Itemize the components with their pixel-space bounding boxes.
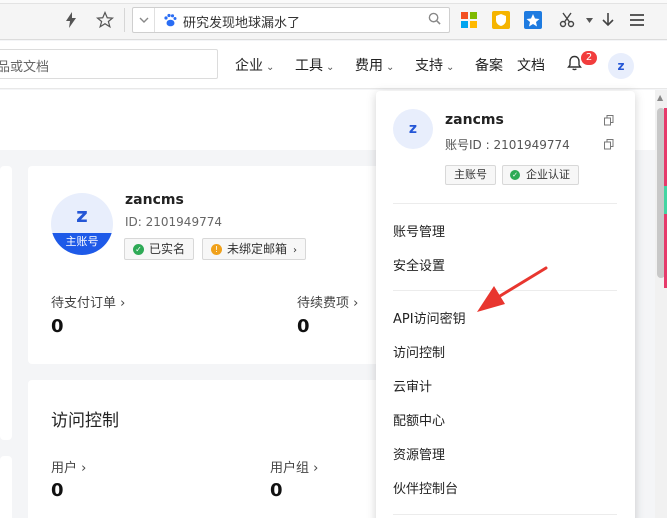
menu-item-partner-console[interactable]: 伙伴控制台 [393,478,458,497]
site-header: 品或文档 企业 ⌄ 工具 ⌄ 费用 ⌄ 支持 ⌄ 备案 文档 2 z [0,41,667,89]
user-groups-count: 0 [270,480,283,501]
chevron-down-icon: ⌄ [446,62,455,73]
left-card-edge-lower [0,456,12,518]
check-circle-icon: ✓ [133,244,144,255]
bookmark-star-extension-icon[interactable] [524,11,542,29]
menu-item-quota-center[interactable]: 配额中心 [393,410,445,429]
download-icon[interactable] [597,9,619,31]
chevron-down-icon: ⌄ [266,62,275,73]
copy-icon[interactable] [604,115,614,126]
chevron-right-icon: › [81,461,87,476]
menu-divider [393,514,617,515]
bell-icon[interactable] [567,55,582,75]
nav-enterprise[interactable]: 企业 ⌄ [235,55,274,75]
chevron-right-icon: › [353,296,359,311]
account-username: zancms [125,192,184,208]
scroll-up-arrow-icon[interactable]: ▲ [657,93,663,102]
browser-toolbar: 研究发现地球漏水了 [0,0,667,40]
menu-item-cloud-audit[interactable]: 云审计 [393,376,432,395]
user-dropdown-menu: z zancms 账号ID : 2101949774 主账号 ✓ 企业认证 账号… [376,91,635,518]
chevron-down-icon: ⌄ [326,62,335,73]
check-circle-icon: ✓ [510,170,520,180]
nav-tools[interactable]: 工具 ⌄ [295,55,334,75]
browser-search-text[interactable]: 研究发现地球漏水了 [183,12,300,31]
chevron-right-icon: › [120,296,126,311]
nav-docs[interactable]: 文档 [517,55,545,75]
menu-item-access-control[interactable]: 访问控制 [393,342,445,361]
nav-support[interactable]: 支持 ⌄ [415,55,454,75]
menu-item-security-settings[interactable]: 安全设置 [393,255,445,274]
left-card-edge [0,166,12,440]
pending-renewal-link[interactable]: 待续费项 › [297,292,358,311]
chevron-down-icon[interactable] [133,8,155,32]
nav-billing[interactable]: 费用 ⌄ [355,55,394,75]
email-unbound-tag[interactable]: ! 未绑定邮箱 › [202,238,307,260]
user-groups-link[interactable]: 用户组 › [270,457,318,476]
chevron-right-icon: › [293,245,298,256]
enterprise-verified-tag: ✓ 企业认证 [502,165,579,185]
menu-item-resource-management[interactable]: 资源管理 [393,444,445,463]
realname-verified-tag[interactable]: ✓ 已实名 [124,238,195,260]
dropdown-account-id: 账号ID : 2101949774 [445,138,570,152]
search-icon[interactable] [428,12,441,29]
main-account-badge: 主账号 [51,233,113,255]
product-doc-search-input[interactable]: 品或文档 [0,49,218,79]
menu-divider [393,203,617,204]
chevron-down-icon: ⌄ [386,62,395,73]
menu-divider [393,290,617,291]
notification-badge: 2 [581,51,597,65]
shield-extension-icon[interactable] [492,11,510,29]
hamburger-menu-icon[interactable] [626,9,648,31]
search-placeholder: 品或文档 [0,60,50,75]
tab-strip-edge [0,0,667,4]
header-avatar[interactable]: z [608,53,634,79]
menu-item-api-keys[interactable]: API访问密钥 [393,308,466,327]
chevron-right-icon: › [313,461,319,476]
star-bookmark-icon[interactable] [94,9,116,31]
windows-extension-icon[interactable] [460,11,478,29]
pending-renewal-count: 0 [297,316,310,337]
account-id: ID: 2101949774 [125,215,222,229]
pending-orders-link[interactable]: 待支付订单 › [51,292,125,311]
copy-icon[interactable] [604,139,614,150]
account-avatar: z 主账号 [51,193,113,255]
nav-icp-filing[interactable]: 备案 [475,55,503,75]
access-control-title: 访问控制 [51,411,119,431]
dropdown-username: zancms [445,112,504,128]
users-link[interactable]: 用户 › [51,457,86,476]
scissors-icon[interactable] [556,9,578,31]
pending-orders-count: 0 [51,316,64,337]
main-account-tag: 主账号 [445,165,496,185]
menu-item-account-management[interactable]: 账号管理 [393,221,445,240]
browser-search-box[interactable]: 研究发现地球漏水了 [132,7,450,33]
warning-circle-icon: ! [211,244,222,255]
avatar-letter: z [76,203,88,227]
access-control-card [28,380,388,518]
baidu-paw-icon [163,13,177,27]
dropdown-avatar: z [393,109,433,149]
toolbar-separator [124,8,125,32]
lightning-icon[interactable] [60,9,82,31]
users-count: 0 [51,480,64,501]
